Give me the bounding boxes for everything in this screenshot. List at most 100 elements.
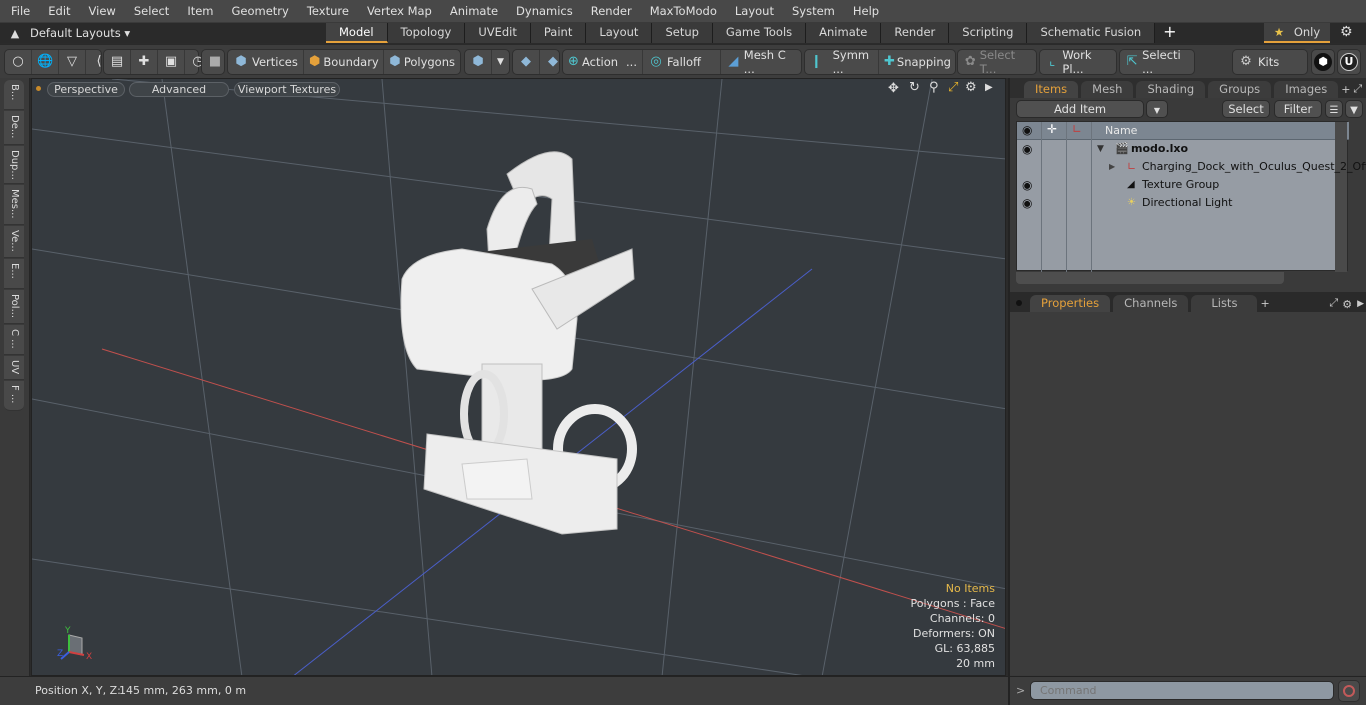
filter-button[interactable]: Filter: [1274, 100, 1322, 118]
menu-edit[interactable]: Edit: [39, 0, 79, 22]
item-row-scene[interactable]: ◉ ▼ 🎬 modo.lxo: [1017, 140, 1349, 158]
command-input[interactable]: [1030, 681, 1334, 700]
strip-tab-duplicate[interactable]: Dup...: [4, 146, 24, 184]
item-list-horizontal-scrollbar[interactable]: [1016, 272, 1284, 284]
cross-icon[interactable]: ✚: [131, 50, 158, 74]
select-through-button[interactable]: ✿ Select T...: [958, 48, 1036, 76]
item-cube-icon[interactable]: ■: [202, 50, 228, 74]
viewport-more-arrow-icon[interactable]: ▶: [985, 82, 993, 93]
mesh-constraint-button[interactable]: ◢ Mesh C ...: [721, 48, 801, 76]
strip-tab-mesh-edit[interactable]: Mes...: [4, 185, 24, 225]
menu-select[interactable]: Select: [125, 0, 178, 22]
tab-model[interactable]: Model: [326, 23, 388, 43]
strip-tab-deform[interactable]: De...: [4, 111, 24, 145]
tab-game-tools[interactable]: Game Tools: [712, 23, 807, 43]
menu-maxtomodo[interactable]: MaxToModo: [641, 0, 726, 22]
circle-select-icon[interactable]: ○: [5, 50, 32, 74]
lock-column-icon[interactable]: ✛: [1047, 122, 1057, 136]
filter-funnel-button[interactable]: ▼: [1345, 100, 1363, 118]
menu-geometry[interactable]: Geometry: [223, 0, 298, 22]
expand-panel-icon[interactable]: ⤢: [1329, 296, 1338, 310]
tab-uvedit[interactable]: UVEdit: [465, 23, 531, 43]
menu-texture[interactable]: Texture: [298, 0, 358, 22]
shading-advanced-button[interactable]: Advanced: [129, 82, 229, 97]
tab-schematic-fusion[interactable]: Schematic Fusion: [1027, 23, 1156, 43]
menu-item[interactable]: Item: [178, 0, 222, 22]
visibility-column-eye-icon[interactable]: ◉: [1022, 123, 1032, 137]
item-row-mesh[interactable]: ▶ ∟ Charging_Dock_with_Oculus_Quest_2_Of…: [1017, 158, 1366, 176]
add-item-button[interactable]: Add Item: [1016, 100, 1144, 118]
collapse-arrow-icon[interactable]: ▲: [0, 27, 30, 40]
polygons-button[interactable]: ⬢ Polygons: [384, 50, 460, 74]
menu-help[interactable]: Help: [844, 0, 888, 22]
layers-icon[interactable]: ▤: [104, 50, 131, 74]
unity-button[interactable]: ⬢: [1311, 49, 1335, 75]
strip-tab-curve[interactable]: C ...: [4, 325, 24, 355]
add-tab-button[interactable]: +: [1155, 23, 1184, 43]
menu-render[interactable]: Render: [582, 0, 641, 22]
move-view-icon[interactable]: ✥: [888, 81, 899, 96]
tab-images[interactable]: Images: [1274, 81, 1339, 98]
default-layouts-dropdown[interactable]: Default Layouts ▾: [30, 26, 130, 40]
snapping-button[interactable]: ✚ Snapping: [879, 50, 955, 74]
tab-shading[interactable]: Shading: [1136, 81, 1206, 98]
list-options-button[interactable]: ☰: [1325, 100, 1343, 118]
tab-topology[interactable]: Topology: [387, 23, 466, 43]
falloff-button[interactable]: ◎ Falloff: [643, 50, 721, 74]
name-column-header[interactable]: Name: [1105, 124, 1137, 137]
strip-tab-uv[interactable]: UV: [4, 356, 24, 380]
pivot-icon[interactable]: ◆: [513, 50, 540, 74]
only-toggle[interactable]: ★ Only: [1264, 23, 1330, 43]
tab-animate[interactable]: Animate: [806, 23, 882, 43]
add-panel-tab-icon[interactable]: +: [1260, 297, 1269, 310]
visibility-eye-icon[interactable]: ◉: [1022, 176, 1032, 194]
visibility-eye-icon[interactable]: ◉: [1022, 194, 1032, 212]
viewport-settings-gear-icon[interactable]: ⚙: [965, 80, 977, 95]
expand-arrow-icon[interactable]: ▶: [1109, 158, 1115, 176]
tab-items[interactable]: Items: [1024, 81, 1079, 98]
square-target-icon[interactable]: ▣: [158, 50, 185, 74]
globe-icon[interactable]: 🌐: [32, 50, 59, 74]
menu-view[interactable]: View: [80, 0, 125, 22]
add-item-dropdown[interactable]: ▼: [1146, 100, 1168, 118]
tab-properties[interactable]: Properties: [1030, 295, 1111, 312]
work-plane-button[interactable]: ⌞ Work Pl...: [1040, 48, 1116, 76]
menu-layout[interactable]: Layout: [726, 0, 783, 22]
gear-icon[interactable]: ⚙: [1340, 24, 1353, 40]
maximize-view-icon[interactable]: ⤢: [948, 80, 958, 95]
kits-button[interactable]: ⚙ Kits: [1233, 50, 1284, 74]
unreal-button[interactable]: U: [1337, 49, 1361, 75]
vertices-button[interactable]: ⬢ Vertices: [228, 50, 304, 74]
strip-tab-basic[interactable]: B...: [4, 80, 24, 110]
tab-layout[interactable]: Layout: [586, 23, 653, 43]
expand-panel-icon[interactable]: ⤢: [1353, 82, 1362, 96]
panel-more-arrow-icon[interactable]: ▶: [1357, 299, 1364, 309]
menu-animate[interactable]: Animate: [441, 0, 507, 22]
tab-render[interactable]: Render: [881, 23, 950, 43]
menu-dynamics[interactable]: Dynamics: [507, 0, 582, 22]
axis-column-icon[interactable]: ∟: [1072, 122, 1082, 136]
item-row-light[interactable]: ◉ ☀ Directional Light: [1017, 194, 1349, 212]
3d-viewport[interactable]: Y X Z Perspective Advanced Viewport Text…: [31, 78, 1006, 676]
strip-tab-polygon[interactable]: Pol...: [4, 290, 24, 324]
tab-mesh[interactable]: Mesh ...: [1081, 81, 1134, 112]
record-button[interactable]: [1338, 680, 1360, 702]
chevron-down-icon[interactable]: ▼: [492, 50, 509, 74]
menu-vertex-map[interactable]: Vertex Map: [358, 0, 441, 22]
vr-charging-dock-model[interactable]: [400, 151, 637, 535]
tab-groups[interactable]: Groups: [1208, 81, 1272, 98]
add-panel-tab-icon[interactable]: +: [1341, 83, 1350, 96]
strip-tab-vertex[interactable]: Ve...: [4, 226, 24, 258]
menu-system[interactable]: System: [783, 0, 844, 22]
viewport-textures-button[interactable]: Viewport Textures: [234, 82, 340, 97]
tab-channels[interactable]: Channels: [1113, 295, 1189, 312]
expand-triangle-icon[interactable]: ▼: [1097, 140, 1104, 158]
selection-sets-button[interactable]: ⇱ Selecti ...: [1120, 48, 1194, 76]
rotate-view-icon[interactable]: ↻: [909, 80, 920, 95]
action-button[interactable]: ⊕ Action...: [563, 50, 643, 74]
visibility-eye-icon[interactable]: ◉: [1022, 140, 1032, 158]
tab-scripting[interactable]: Scripting: [949, 23, 1028, 43]
strip-tab-fusion[interactable]: F ...: [4, 381, 24, 411]
select-button[interactable]: Select: [1222, 100, 1270, 118]
tab-lists[interactable]: Lists: [1191, 295, 1258, 312]
